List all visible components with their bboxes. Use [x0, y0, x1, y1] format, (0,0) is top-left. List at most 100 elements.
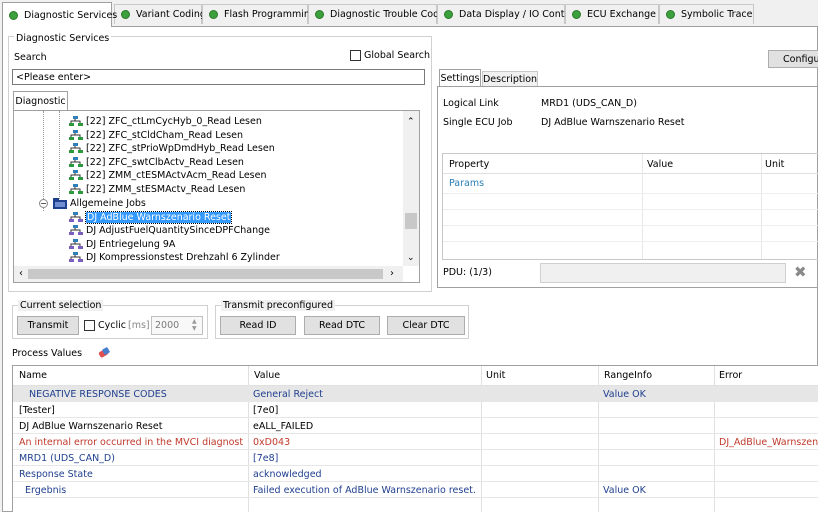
clear-results-icon[interactable]	[97, 347, 111, 362]
interval-stepper[interactable]: 2000 ▲ ▼	[151, 316, 203, 335]
clear-dtc-button[interactable]: Clear DTC	[387, 316, 465, 335]
tree-item[interactable]: [22] ZMM_ctESMActvAcm_Read Lesen	[69, 169, 267, 183]
error-header[interactable]: Error	[719, 370, 742, 381]
tree-item[interactable]: DJ Kompressionstest Drehzahl 6 Zylinder	[69, 251, 280, 265]
process-values-grid: Name Value Unit RangeInfo Error NEGATIVE…	[12, 365, 818, 512]
tab-diagnostic-trouble-code[interactable]: Diagnostic Trouble Code	[308, 4, 445, 24]
tree-item-label: [22] ZFC_swtClbActv_Read Lesen	[86, 156, 244, 168]
rangeinfo-header[interactable]: RangeInfo	[604, 370, 652, 381]
tab-data-display[interactable]: Data Display / IO Control	[437, 4, 577, 24]
checkbox-box	[350, 50, 361, 61]
tree-folder-allgemeine-jobs[interactable]: − Allgemeine Jobs	[39, 197, 146, 211]
read-dtc-button[interactable]: Read DTC	[304, 316, 380, 335]
row-value: acknowledged	[253, 468, 322, 480]
tree-item[interactable]: DJ AdjustFuelQuantitySinceDPFChange	[69, 224, 270, 238]
table-row[interactable]: Response State acknowledged	[13, 466, 818, 482]
scroll-up-icon[interactable]: ⌃	[407, 117, 415, 127]
tab-symbolic-trace[interactable]: Symbolic Trace	[659, 4, 754, 24]
configure-button-label: Configu	[783, 53, 818, 65]
service-icon	[69, 116, 83, 127]
row-value: General Reject	[253, 388, 323, 400]
ms-label: [ms]	[128, 320, 150, 331]
close-icon[interactable]: ✖	[794, 265, 807, 280]
tree-horizontal-scrollbar[interactable]: ‹ ›	[14, 266, 403, 282]
search-input[interactable]: <Please enter>	[12, 69, 425, 85]
tab-variant-coding[interactable]: Variant Coding	[114, 4, 206, 24]
params-row[interactable]: Params	[449, 178, 484, 189]
process-values-title: Process Values	[12, 348, 83, 359]
settings-panel: Logical Link MRD1 (UDS_CAN_D) Single ECU…	[437, 86, 818, 288]
table-row[interactable]: Ergebnis Failed execution of AdBlue Warn…	[13, 482, 818, 498]
scroll-right-icon[interactable]: ›	[390, 268, 394, 279]
status-dot-icon	[9, 10, 18, 20]
table-row[interactable]: DJ AdBlue Warnszenario Reset eALL_FAILED	[13, 418, 818, 434]
table-row-empty	[13, 498, 818, 512]
row-value: [7e0]	[253, 404, 279, 416]
transmit-button[interactable]: Transmit	[17, 316, 79, 335]
scroll-thumb[interactable]	[405, 213, 417, 229]
global-search-checkbox[interactable]: Global Search	[350, 50, 430, 61]
row-value: Failed execution of AdBlue Warnszenario …	[253, 484, 476, 496]
table-row[interactable]: An internal error occurred in the MVCI d…	[13, 434, 818, 450]
tree-folder-label: Allgemeine Jobs	[70, 198, 146, 210]
cyclic-checkbox[interactable]: Cyclic	[84, 320, 126, 331]
tree-item[interactable]: [22] ZFC_ctLmCycHyb_0_Read Lesen	[69, 115, 262, 129]
interval-value: 2000	[155, 320, 180, 331]
tree-item-selected[interactable]: DJ AdBlue Warnszenario Reset	[69, 210, 233, 225]
search-input-text: <Please enter>	[16, 71, 92, 83]
tab-diagnostic-tree[interactable]: Diagnostic	[13, 91, 68, 111]
unit-header[interactable]: Unit	[486, 370, 505, 381]
tree-item-label: [22] ZFC_ctLmCycHyb_0_Read Lesen	[86, 116, 262, 128]
scroll-thumb[interactable]	[28, 269, 383, 279]
scroll-left-icon[interactable]: ‹	[19, 268, 23, 279]
transmit-preconfigured-title: Transmit preconfigured	[221, 300, 335, 311]
row-range: Value OK	[603, 484, 646, 496]
collapse-toggle-icon[interactable]: −	[39, 199, 48, 209]
service-tree: [22] ZFC_ctLmCycHyb_0_Read Lesen [22] ZF…	[13, 110, 420, 283]
tree-item[interactable]: [22] ZMM_stESMActv_Read Lesen	[69, 183, 245, 197]
tree-item[interactable]: [22] ZFC_stCldCham_Read Lesen	[69, 129, 243, 143]
table-row[interactable]: NEGATIVE RESPONSE CODES General Reject V…	[13, 386, 818, 402]
pdu-field[interactable]	[540, 263, 786, 283]
search-label: Search	[14, 52, 47, 63]
job-icon	[69, 225, 83, 236]
service-icon	[69, 129, 83, 140]
row-value: 0xD043	[253, 436, 291, 448]
clear-dtc-label: Clear DTC	[402, 320, 450, 331]
tab-description-label: Description	[482, 74, 538, 85]
service-icon	[69, 170, 83, 181]
tab-ecu-exchange[interactable]: ECU Exchange	[565, 4, 659, 24]
row-divider	[443, 241, 818, 242]
read-id-button[interactable]: Read ID	[220, 316, 296, 335]
tab-description[interactable]: Description	[482, 71, 538, 87]
group-title: Diagnostic Services	[14, 33, 112, 44]
read-dtc-label: Read DTC	[318, 320, 366, 331]
tab-settings[interactable]: Settings	[439, 69, 481, 87]
tree-vertical-scrollbar[interactable]: ⌃ ⌄	[403, 111, 419, 266]
value-header[interactable]: Value	[254, 370, 280, 381]
table-row[interactable]: [Tester] [7e0]	[13, 402, 818, 418]
tree-item-label: [22] ZMM_ctESMActvAcm_Read Lesen	[86, 170, 267, 182]
tab-flash-programming[interactable]: Flash Programming	[202, 4, 316, 24]
tree-item-label: [22] ZMM_stESMActv_Read Lesen	[86, 183, 246, 195]
table-row[interactable]: MRD1 (UDS_CAN_D) [7e8]	[13, 450, 818, 466]
read-id-label: Read ID	[239, 320, 277, 331]
tree-item[interactable]: [22] ZFC_stPrioWpDmdHyb_Read Lesen	[69, 142, 275, 156]
ecu-job-label: Single ECU Job	[443, 117, 513, 128]
tree-item[interactable]: [22] ZFC_swtClbActv_Read Lesen	[69, 156, 244, 170]
scroll-down-icon[interactable]: ⌄	[407, 253, 415, 263]
tab-settings-label: Settings	[440, 73, 480, 84]
property-header: Property	[449, 159, 490, 170]
name-header[interactable]: Name	[19, 370, 47, 381]
logical-link-label: Logical Link	[443, 98, 499, 109]
pdu-label: PDU: (1/3)	[443, 267, 492, 278]
configure-button[interactable]: Configu	[768, 50, 818, 68]
tab-diagnostic-services[interactable]: Diagnostic Services	[2, 2, 117, 27]
tree-item-label: [22] ZFC_stPrioWpDmdHyb_Read Lesen	[86, 143, 275, 155]
row-name: MRD1 (UDS_CAN_D)	[19, 452, 115, 464]
stepper-arrows-icon[interactable]: ▲ ▼	[192, 318, 197, 332]
tree-item[interactable]: DJ Entriegelung 9A	[69, 238, 175, 252]
tab-diagnostic-tree-label: Diagnostic	[15, 96, 66, 107]
main-tab-strip: Diagnostic Services Variant Coding Flash…	[0, 0, 818, 29]
tree-item-label: DJ Entriegelung 9A	[86, 238, 176, 250]
